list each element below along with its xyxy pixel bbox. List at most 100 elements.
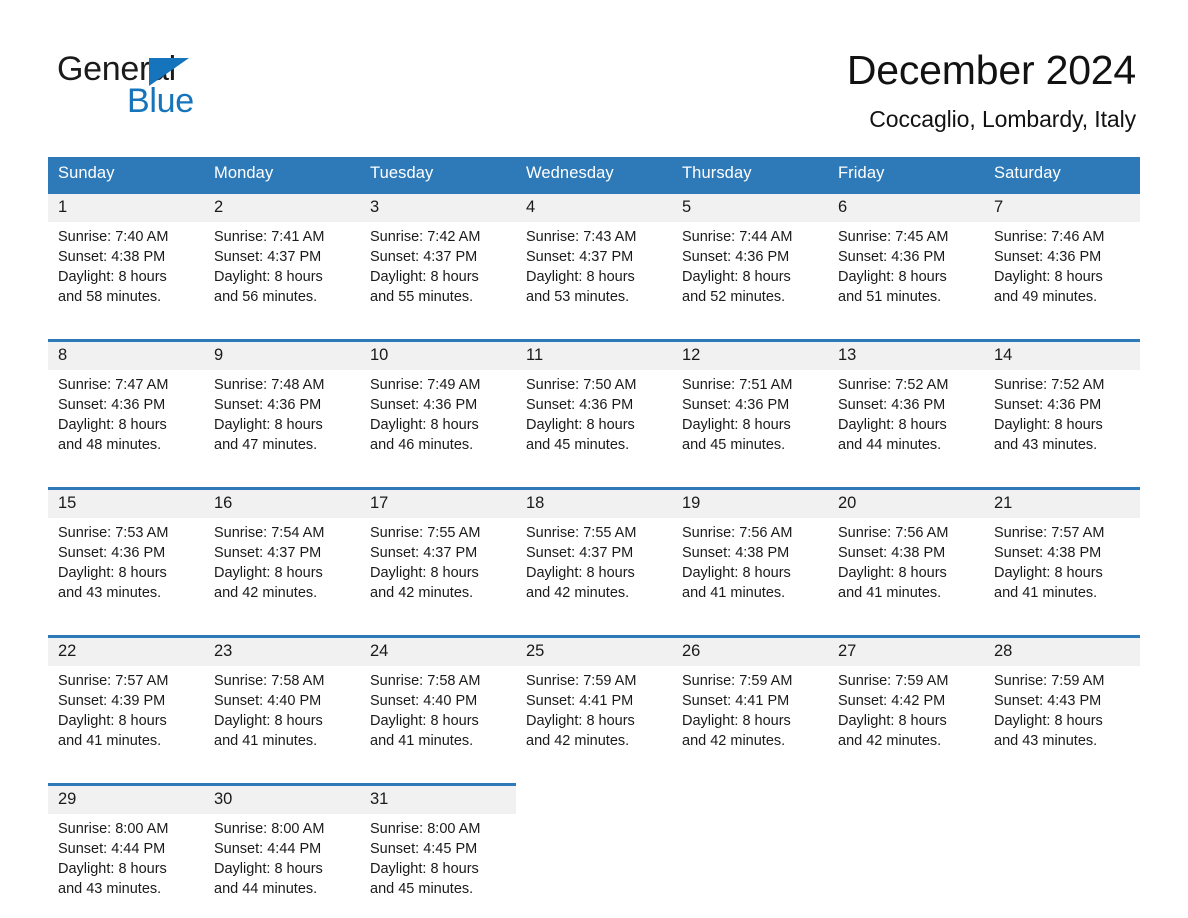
day-number[interactable]: 20 [828,487,984,518]
day-cell[interactable]: Sunrise: 7:49 AM Sunset: 4:36 PM Dayligh… [360,370,516,469]
day-cell[interactable]: Sunrise: 7:52 AM Sunset: 4:36 PM Dayligh… [984,370,1140,469]
daylight-text-line1: Daylight: 8 hours [838,713,947,729]
day-info-row: Sunrise: 7:47 AM Sunset: 4:36 PM Dayligh… [48,370,1140,469]
empty-day-cell [672,783,828,814]
week-separator [48,765,1140,785]
day-cell[interactable]: Sunrise: 7:57 AM Sunset: 4:39 PM Dayligh… [48,666,204,765]
day-number[interactable]: 26 [672,635,828,666]
day-number[interactable]: 11 [516,339,672,370]
sunrise-text: Sunrise: 7:46 AM [994,229,1105,245]
day-cell[interactable]: Sunrise: 7:53 AM Sunset: 4:36 PM Dayligh… [48,518,204,617]
day-cell[interactable]: Sunrise: 7:52 AM Sunset: 4:36 PM Dayligh… [828,370,984,469]
weekday-header-tuesday: Tuesday [360,157,516,193]
sunrise-text: Sunrise: 8:00 AM [214,821,325,837]
daylight-text-line2: and 43 minutes. [58,585,162,601]
day-number[interactable]: 2 [204,191,360,222]
day-cell[interactable]: Sunrise: 7:41 AM Sunset: 4:37 PM Dayligh… [204,222,360,321]
day-cell[interactable]: Sunrise: 7:59 AM Sunset: 4:42 PM Dayligh… [828,666,984,765]
day-cell[interactable]: Sunrise: 7:45 AM Sunset: 4:36 PM Dayligh… [828,222,984,321]
daylight-text-line1: Daylight: 8 hours [682,713,791,729]
day-cell[interactable]: Sunrise: 7:58 AM Sunset: 4:40 PM Dayligh… [360,666,516,765]
day-number[interactable]: 31 [360,783,516,814]
sunrise-text: Sunrise: 7:40 AM [58,229,169,245]
sunset-text: Sunset: 4:42 PM [838,693,946,709]
day-number[interactable]: 4 [516,191,672,222]
day-cell[interactable]: Sunrise: 7:51 AM Sunset: 4:36 PM Dayligh… [672,370,828,469]
day-number[interactable]: 23 [204,635,360,666]
day-cell[interactable]: Sunrise: 7:40 AM Sunset: 4:38 PM Dayligh… [48,222,204,321]
daylight-text-line1: Daylight: 8 hours [682,565,791,581]
sunrise-text: Sunrise: 8:00 AM [370,821,481,837]
day-number[interactable]: 8 [48,339,204,370]
day-cell[interactable]: Sunrise: 8:00 AM Sunset: 4:44 PM Dayligh… [48,814,204,913]
day-number[interactable]: 1 [48,191,204,222]
day-number[interactable]: 18 [516,487,672,518]
sunrise-text: Sunrise: 7:56 AM [838,525,949,541]
daylight-text-line1: Daylight: 8 hours [994,269,1103,285]
daylight-text-line1: Daylight: 8 hours [214,861,323,877]
sunset-text: Sunset: 4:37 PM [370,545,478,561]
day-number[interactable]: 28 [984,635,1140,666]
day-cell[interactable]: Sunrise: 7:42 AM Sunset: 4:37 PM Dayligh… [360,222,516,321]
day-number[interactable]: 19 [672,487,828,518]
day-cell[interactable]: Sunrise: 7:58 AM Sunset: 4:40 PM Dayligh… [204,666,360,765]
day-cell[interactable]: Sunrise: 7:44 AM Sunset: 4:36 PM Dayligh… [672,222,828,321]
day-cell[interactable]: Sunrise: 8:00 AM Sunset: 4:45 PM Dayligh… [360,814,516,913]
day-cell[interactable]: Sunrise: 7:50 AM Sunset: 4:36 PM Dayligh… [516,370,672,469]
sunrise-text: Sunrise: 7:55 AM [526,525,637,541]
daylight-text-line2: and 42 minutes. [214,585,318,601]
day-cell[interactable]: Sunrise: 7:57 AM Sunset: 4:38 PM Dayligh… [984,518,1140,617]
sunrise-text: Sunrise: 7:47 AM [58,377,169,393]
day-number[interactable]: 17 [360,487,516,518]
daylight-text-line1: Daylight: 8 hours [214,713,323,729]
day-number[interactable]: 15 [48,487,204,518]
day-number[interactable]: 29 [48,783,204,814]
day-cell[interactable]: Sunrise: 8:00 AM Sunset: 4:44 PM Dayligh… [204,814,360,913]
day-number[interactable]: 14 [984,339,1140,370]
day-number[interactable]: 30 [204,783,360,814]
daylight-text-line2: and 42 minutes. [370,585,474,601]
sunset-text: Sunset: 4:41 PM [682,693,790,709]
daylight-text-line2: and 43 minutes. [994,437,1098,453]
day-number[interactable]: 5 [672,191,828,222]
day-cell[interactable]: Sunrise: 7:56 AM Sunset: 4:38 PM Dayligh… [672,518,828,617]
day-cell[interactable]: Sunrise: 7:55 AM Sunset: 4:37 PM Dayligh… [360,518,516,617]
weekday-header-thursday: Thursday [672,157,828,193]
day-number[interactable]: 10 [360,339,516,370]
day-number[interactable]: 22 [48,635,204,666]
day-cell[interactable]: Sunrise: 7:54 AM Sunset: 4:37 PM Dayligh… [204,518,360,617]
calendar-body: 1 2 3 4 5 6 7 Sunrise: 7:40 AM Sunset: 4… [48,191,1140,913]
day-cell[interactable]: Sunrise: 7:59 AM Sunset: 4:41 PM Dayligh… [672,666,828,765]
day-number[interactable]: 3 [360,191,516,222]
day-cell[interactable]: Sunrise: 7:43 AM Sunset: 4:37 PM Dayligh… [516,222,672,321]
day-number[interactable]: 12 [672,339,828,370]
location-subtitle: Coccaglio, Lombardy, Italy [869,106,1136,133]
daylight-text-line2: and 55 minutes. [370,289,474,305]
day-number[interactable]: 24 [360,635,516,666]
day-cell[interactable]: Sunrise: 7:46 AM Sunset: 4:36 PM Dayligh… [984,222,1140,321]
day-number[interactable]: 7 [984,191,1140,222]
sunset-text: Sunset: 4:45 PM [370,841,478,857]
sunset-text: Sunset: 4:37 PM [370,249,478,265]
day-number[interactable]: 9 [204,339,360,370]
weekday-header-sunday: Sunday [48,157,204,193]
generalblue-logo[interactable]: General Blue [57,52,257,118]
day-cell[interactable]: Sunrise: 7:48 AM Sunset: 4:36 PM Dayligh… [204,370,360,469]
day-cell[interactable]: Sunrise: 7:55 AM Sunset: 4:37 PM Dayligh… [516,518,672,617]
day-number[interactable]: 13 [828,339,984,370]
day-number[interactable]: 25 [516,635,672,666]
day-cell[interactable]: Sunrise: 7:59 AM Sunset: 4:43 PM Dayligh… [984,666,1140,765]
day-cell[interactable]: Sunrise: 7:47 AM Sunset: 4:36 PM Dayligh… [48,370,204,469]
page-header: General Blue December 2024 Coccaglio, Lo… [0,0,1188,132]
day-cell[interactable]: Sunrise: 7:56 AM Sunset: 4:38 PM Dayligh… [828,518,984,617]
day-number[interactable]: 16 [204,487,360,518]
day-number[interactable]: 21 [984,487,1140,518]
sunrise-text: Sunrise: 7:45 AM [838,229,949,245]
sunset-text: Sunset: 4:44 PM [214,841,322,857]
sunrise-text: Sunrise: 7:41 AM [214,229,325,245]
day-cell[interactable]: Sunrise: 7:59 AM Sunset: 4:41 PM Dayligh… [516,666,672,765]
daylight-text-line1: Daylight: 8 hours [214,565,323,581]
day-number[interactable]: 6 [828,191,984,222]
day-number[interactable]: 27 [828,635,984,666]
sunrise-text: Sunrise: 7:57 AM [994,525,1105,541]
